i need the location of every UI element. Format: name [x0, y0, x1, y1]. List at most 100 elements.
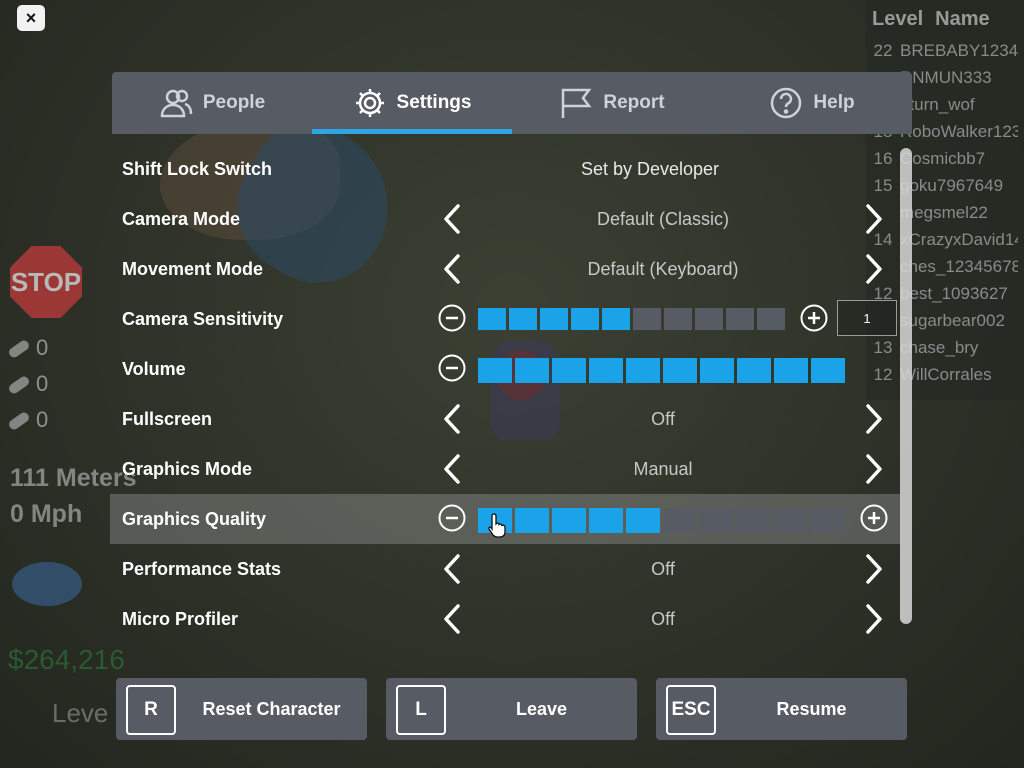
slider-segment[interactable]	[663, 508, 697, 533]
setting-label: Performance Stats	[122, 558, 282, 579]
hud-money: $264,216	[8, 644, 125, 675]
setting-row-graphics-mode[interactable]: Graphics Mode Manual	[110, 444, 900, 494]
slider-segment[interactable]	[700, 358, 734, 383]
chevron-right-icon[interactable]	[858, 603, 890, 635]
chevron-right-icon[interactable]	[858, 203, 890, 235]
slider-track[interactable]	[478, 308, 788, 330]
setting-row-fullscreen[interactable]: Fullscreen Off	[110, 394, 900, 444]
slider-segment[interactable]	[515, 508, 549, 533]
help-icon	[771, 87, 802, 119]
plus-icon[interactable]	[800, 304, 828, 332]
key-hint: ESC	[666, 685, 716, 735]
tab-label: Help	[813, 92, 855, 113]
hud-counter-value: 0	[36, 407, 49, 432]
setting-row-movement-mode[interactable]: Movement Mode Default (Keyboard)	[110, 244, 900, 294]
chevron-right-icon[interactable]	[858, 553, 890, 585]
slider-segment[interactable]	[633, 308, 661, 330]
leave-button[interactable]: L Leave	[386, 678, 637, 740]
minus-icon[interactable]	[438, 354, 466, 382]
slider-segment[interactable]	[589, 508, 623, 533]
setting-value: Manual	[633, 458, 693, 479]
chevron-left-icon[interactable]	[436, 403, 468, 435]
hud-speed: 0 Mph	[10, 500, 83, 528]
button-label: Reset Character	[202, 698, 341, 719]
tab-help[interactable]: Help	[712, 72, 912, 134]
slider-segment[interactable]	[540, 308, 568, 330]
slider-segment[interactable]	[811, 508, 845, 533]
slider-segment[interactable]	[589, 358, 623, 383]
setting-row-shift-lock-switch[interactable]: Shift Lock Switch Set by Developer	[110, 144, 900, 194]
leaderboard-name: sugarbear002	[900, 310, 1005, 330]
chevron-left-icon[interactable]	[436, 553, 468, 585]
stop-sign-icon: STOP	[10, 246, 82, 318]
setting-row-camera-sensitivity[interactable]: Camera Sensitivity 1	[110, 294, 900, 344]
setting-label: Camera Mode	[122, 208, 241, 229]
tab-bar: People Settings Report Help	[112, 72, 912, 134]
stop-label: STOP	[10, 266, 82, 297]
slider-segment[interactable]	[571, 308, 599, 330]
chevron-right-icon[interactable]	[858, 453, 890, 485]
slider-track[interactable]	[478, 508, 848, 533]
slider-segment[interactable]	[737, 508, 771, 533]
slider-segment[interactable]	[626, 358, 660, 383]
button-label: Resume	[776, 698, 847, 719]
minus-icon[interactable]	[438, 304, 466, 332]
slider-segment[interactable]	[757, 308, 785, 330]
slider-segment[interactable]	[478, 308, 506, 330]
slider-segment[interactable]	[663, 358, 697, 383]
slider-segment[interactable]	[626, 508, 660, 533]
resume-button[interactable]: ESC Resume	[656, 678, 907, 740]
slider-segment[interactable]	[700, 508, 734, 533]
setting-label: Graphics Mode	[122, 458, 253, 479]
setting-value: Default (Keyboard)	[587, 258, 739, 279]
leaderboard-name: RoboWalker12345	[900, 121, 1018, 141]
slider-segment[interactable]	[478, 358, 512, 383]
chevron-right-icon[interactable]	[858, 403, 890, 435]
slider-segment[interactable]	[552, 358, 586, 383]
chevron-left-icon[interactable]	[436, 603, 468, 635]
close-button[interactable]: ×	[17, 5, 45, 31]
slider-segment[interactable]	[737, 358, 771, 383]
leaderboard-name: goku7967649	[900, 175, 1004, 195]
chevron-left-icon[interactable]	[436, 253, 468, 285]
slider-segment[interactable]	[695, 308, 723, 330]
slider-segment[interactable]	[515, 358, 549, 383]
chevron-left-icon[interactable]	[436, 203, 468, 235]
hand-cursor-icon	[488, 513, 506, 538]
slider-segment[interactable]	[774, 358, 808, 383]
tab-label: Report	[603, 92, 665, 113]
leaderboard-name: ches_12345678	[900, 256, 1018, 276]
setting-label: Graphics Quality	[122, 508, 267, 529]
tab-report[interactable]: Report	[512, 72, 712, 134]
button-label: Leave	[515, 698, 568, 719]
slider-track[interactable]	[478, 358, 848, 383]
slider-segment[interactable]	[774, 508, 808, 533]
setting-row-camera-mode[interactable]: Camera Mode Default (Classic)	[110, 194, 900, 244]
slider-segment[interactable]	[726, 308, 754, 330]
leaderboard-header-level: Level	[872, 8, 924, 30]
slider-segment[interactable]	[602, 308, 630, 330]
setting-row-performance-stats[interactable]: Performance Stats Off	[110, 544, 900, 594]
leaderboard-header-name: Name	[935, 8, 990, 30]
bone-icon	[7, 338, 31, 360]
setting-row-volume[interactable]: Volume	[110, 344, 900, 394]
reset-character-button[interactable]: R Reset Character	[116, 678, 367, 740]
leaderboard-row: 22 BREBABY123456	[866, 37, 1024, 64]
chevron-right-icon[interactable]	[858, 253, 890, 285]
chevron-left-icon[interactable]	[436, 453, 468, 485]
slider-segment[interactable]	[811, 358, 845, 383]
sensitivity-input[interactable]: 1	[837, 300, 897, 336]
minus-icon[interactable]	[438, 504, 466, 532]
slider-segment[interactable]	[552, 508, 586, 533]
tab-people[interactable]: People	[112, 72, 312, 134]
leaderboard-name: RNMUN333	[900, 67, 992, 87]
slider-segment[interactable]	[664, 308, 692, 330]
slider-segment[interactable]	[509, 308, 537, 330]
tab-settings[interactable]: Settings	[312, 72, 512, 134]
setting-row-micro-profiler[interactable]: Micro Profiler Off	[110, 594, 900, 644]
scrollbar[interactable]	[900, 148, 912, 624]
leaderboard-name: nturn_wof	[900, 94, 975, 114]
leaderboard-name: BREBABY123456	[900, 40, 1018, 60]
plus-icon[interactable]	[860, 504, 888, 532]
close-icon: ×	[25, 7, 37, 28]
